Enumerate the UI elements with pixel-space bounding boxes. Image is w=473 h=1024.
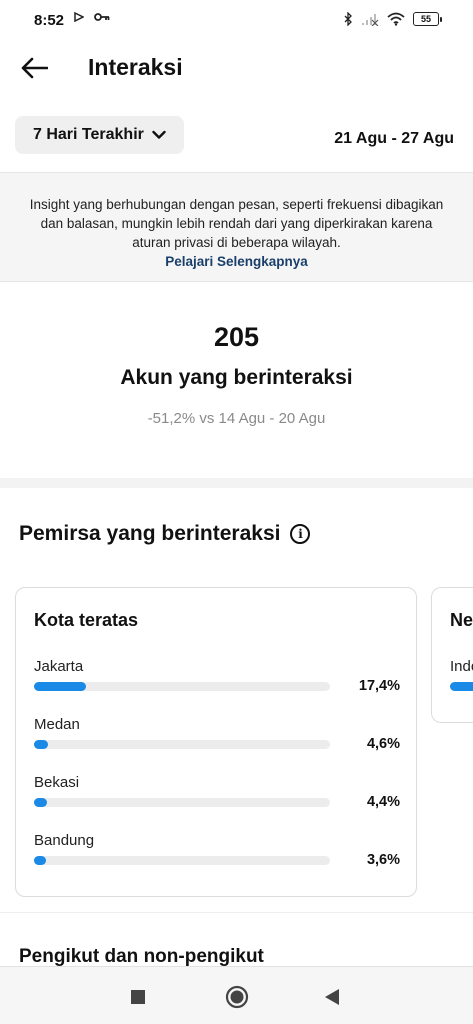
section-divider [0, 478, 473, 488]
comparison-text: -51,2% vs 14 Agu - 20 Agu [147, 410, 326, 427]
top-countries-title: Ne [450, 610, 473, 630]
back-arrow-icon [21, 57, 48, 79]
learn-more-link[interactable]: Pelajari Selengkapnya [165, 252, 308, 271]
city-percent: 4,6% [366, 736, 400, 752]
recents-button[interactable] [124, 983, 152, 1011]
city-row: Medan 4,6% [34, 716, 400, 756]
info-icon[interactable]: i [290, 524, 311, 544]
stop-square-icon [131, 990, 145, 1004]
battery-icon: 55 [413, 12, 442, 26]
chevron-down-icon [152, 130, 166, 139]
city-percent: 17,4% [358, 678, 400, 694]
city-bar-fill [34, 740, 48, 749]
city-bar-fill [34, 798, 47, 807]
top-countries-card[interactable]: Ne Indo [431, 587, 473, 723]
back-button[interactable] [18, 52, 50, 84]
play-icon [74, 12, 84, 22]
date-range-selected: 7 Hari Terakhir [33, 126, 144, 143]
status-right-icons: 55 [343, 12, 442, 26]
city-percent: 3,6% [366, 852, 400, 868]
interaction-summary: 205 Akun yang berinteraksi -51,2% vs 14 … [0, 282, 473, 478]
city-bar-track [34, 740, 330, 749]
country-row: Indo [450, 658, 473, 691]
city-name: Bekasi [34, 774, 80, 791]
city-percent: 4,4% [366, 794, 400, 810]
date-filter-row: 7 Hari Terakhir 21 Agu - 27 Agu [0, 116, 473, 156]
city-row: Bandung 3,6% [34, 832, 400, 872]
followers-section-title: Pengikut dan non-pengikut [19, 946, 264, 967]
wifi-icon [387, 12, 405, 26]
system-nav-bar [0, 966, 473, 1024]
privacy-info-banner: Insight yang berhubungan dengan pesan, s… [0, 172, 473, 282]
city-bar-fill [34, 856, 46, 865]
accounts-engaged-count: 205 [213, 322, 260, 352]
status-bar: 8:52 55 [0, 0, 473, 40]
home-circle-icon [225, 985, 249, 1009]
section-divider-2 [0, 912, 473, 913]
bluetooth-icon [344, 12, 352, 26]
city-bar-track [34, 798, 330, 807]
key-icon [94, 13, 110, 21]
audience-section-header: Pemirsa yang berinteraksi i [19, 522, 311, 546]
city-name: Medan [34, 716, 80, 733]
city-bar-track [34, 682, 330, 691]
banner-text: Insight yang berhubungan dengan pesan, s… [29, 197, 444, 250]
top-cities-card[interactable]: Kota teratas Jakarta 17,4% Medan 4,6% Bekasi… [15, 587, 417, 897]
status-time: 8:52 [34, 12, 65, 29]
date-range-dropdown[interactable]: 7 Hari Terakhir [15, 116, 184, 154]
city-bar-fill [34, 682, 86, 691]
city-name: Jakarta [34, 658, 84, 675]
country-bar [450, 682, 473, 691]
system-back-button[interactable] [318, 983, 346, 1011]
back-triangle-icon [325, 989, 339, 1005]
home-button[interactable] [223, 983, 251, 1011]
date-range-text: 21 Agu - 27 Agu [334, 130, 454, 147]
battery-level: 55 [420, 14, 431, 24]
signal-icon [362, 14, 379, 26]
top-cities-title: Kota teratas [34, 610, 139, 630]
audience-section-title: Pemirsa yang berinteraksi [19, 522, 281, 545]
city-row: Jakarta 17,4% [34, 658, 400, 698]
status-left-icons [74, 12, 110, 22]
header: Interaksi [0, 40, 473, 96]
page-title: Interaksi [88, 54, 183, 80]
accounts-engaged-label: Akun yang berinteraksi [120, 366, 353, 389]
city-name: Bandung [34, 832, 95, 849]
city-bar-track [34, 856, 330, 865]
city-row: Bekasi 4,4% [34, 774, 400, 814]
country-name: Indo [450, 658, 473, 675]
